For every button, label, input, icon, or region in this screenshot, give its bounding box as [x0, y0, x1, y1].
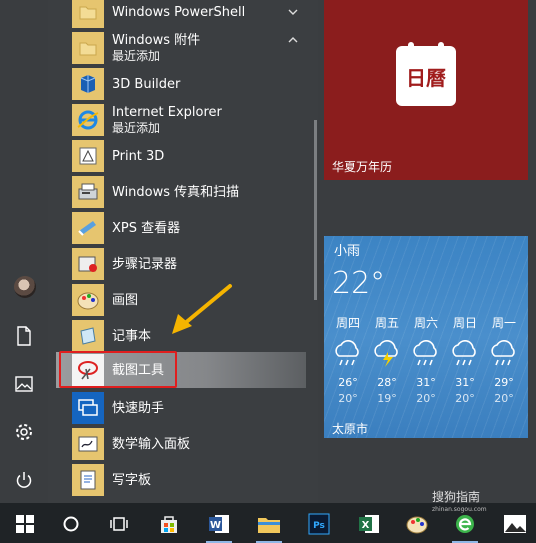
start-windows-icon[interactable]: [12, 511, 38, 537]
list-item-print-3d[interactable]: Print 3D: [48, 138, 310, 174]
thunder-rain-icon: [374, 340, 398, 367]
calendar-icon: 日曆: [396, 42, 456, 106]
weather-city: 太原市: [332, 422, 369, 436]
xps-viewer-icon: [72, 212, 104, 244]
paint-taskbar-icon[interactable]: [404, 511, 430, 537]
excel-icon[interactable]: X: [356, 511, 382, 537]
internet-explorer-icon: [72, 104, 104, 136]
list-item-xps-viewer[interactable]: XPS 查看器: [48, 210, 310, 246]
rain-icon: [335, 340, 359, 366]
forecast-day: 周日: [452, 316, 477, 330]
folder-icon: [72, 0, 104, 28]
forecast-low: 20°: [494, 392, 514, 405]
forecast-day: 周六: [413, 316, 438, 330]
list-item-label: Windows 附件: [112, 33, 201, 48]
svg-text:X: X: [362, 520, 370, 531]
chevron-down-icon[interactable]: [286, 5, 300, 19]
power-icon[interactable]: [10, 466, 38, 494]
cortana-search-icon[interactable]: [58, 511, 84, 537]
svg-text:W: W: [210, 520, 221, 531]
documents-icon[interactable]: [10, 322, 38, 350]
recently-added-badge: 最近添加: [112, 49, 161, 63]
forecast-high: 31°: [455, 376, 475, 389]
rain-icon: [491, 340, 515, 366]
watermark-url: zhinan.sogou.com: [432, 506, 487, 513]
pictures-icon[interactable]: [10, 370, 38, 398]
calendar-glyph: 日曆: [406, 66, 446, 90]
list-item-steps-recorder[interactable]: 步骤记录器: [48, 246, 310, 282]
photoshop-icon[interactable]: Ps: [306, 511, 332, 537]
notepad-icon: [72, 320, 104, 352]
browser-e-icon[interactable]: [452, 511, 478, 543]
list-item-windows-accessories[interactable]: Windows 附件 最近添加: [48, 30, 310, 66]
weather-condition: 小雨: [334, 244, 361, 259]
fax-scan-icon: [72, 176, 104, 208]
list-item-wordpad[interactable]: 写字板: [48, 462, 310, 498]
calendar-app-tile[interactable]: 日曆 华夏万年历: [324, 0, 528, 180]
list-item-math-input-panel[interactable]: 数学输入面板: [48, 426, 310, 462]
list-item-windows-powershell[interactable]: Windows PowerShell: [48, 0, 310, 30]
list-item-label: Print 3D: [112, 148, 165, 164]
task-view-icon[interactable]: [106, 511, 132, 537]
list-item-internet-explorer[interactable]: Internet Explorer 最近添加: [48, 102, 310, 138]
quick-assist-icon: [72, 392, 104, 424]
forecast-high: 31°: [416, 376, 436, 389]
forecast-low: 19°: [377, 392, 397, 405]
forecast-low: 20°: [338, 392, 358, 405]
store-icon[interactable]: [156, 511, 182, 537]
weather-temperature: 22°: [332, 266, 386, 301]
rain-icon: [452, 340, 476, 366]
user-avatar[interactable]: [14, 276, 36, 298]
forecast-high: 26°: [338, 376, 358, 389]
list-item-quick-assist[interactable]: 快速助手: [48, 390, 310, 426]
forecast-day: 周四: [335, 316, 360, 330]
app-list-scrollbar[interactable]: [314, 120, 317, 300]
start-left-rail: [0, 0, 48, 503]
list-item-label: 记事本: [112, 328, 152, 344]
rain-icon: [413, 340, 437, 366]
list-item-label: Windows PowerShell: [112, 4, 246, 20]
annotation-red-box: [59, 351, 177, 388]
list-item-label: 写字板: [112, 472, 152, 488]
watermark-text: 搜狗指南: [432, 490, 481, 504]
forecast-low: 20°: [455, 392, 475, 405]
math-input-icon: [72, 428, 104, 460]
recently-added-badge: 最近添加: [112, 121, 161, 135]
steps-recorder-icon: [72, 248, 104, 280]
print-3d-icon: [72, 140, 104, 172]
weather-app-tile[interactable]: 小雨 22° 周四 周五 周六 周日 周一 26° 28° 31° 31° 29…: [324, 236, 528, 438]
settings-gear-icon[interactable]: [10, 418, 38, 446]
list-item-label: 步骤记录器: [112, 256, 178, 272]
svg-text:Ps: Ps: [313, 521, 325, 531]
list-item-label: Windows 传真和扫描: [112, 184, 240, 200]
tile-label: 华夏万年历: [332, 160, 393, 174]
list-item-label: 快速助手: [112, 400, 165, 416]
forecast-high: 28°: [377, 376, 397, 389]
photos-icon[interactable]: [502, 511, 528, 537]
list-item-label: 3D Builder: [112, 76, 181, 92]
annotation-arrow-icon: [172, 284, 232, 334]
word-icon[interactable]: W: [206, 511, 232, 543]
folder-icon: [72, 32, 104, 64]
list-item-3d-builder[interactable]: 3D Builder: [48, 66, 310, 102]
3d-builder-icon: [72, 68, 104, 100]
list-item-label: Internet Explorer: [112, 105, 222, 120]
forecast-high: 29°: [494, 376, 514, 389]
list-item-windows-fax-scan[interactable]: Windows 传真和扫描: [48, 174, 310, 210]
chevron-up-icon[interactable]: [286, 33, 300, 47]
paint-icon: [72, 284, 104, 316]
forecast-day: 周五: [374, 316, 399, 330]
list-item-label: 画图: [112, 292, 139, 308]
file-explorer-icon[interactable]: [256, 511, 282, 543]
wordpad-icon: [72, 464, 104, 496]
forecast-day: 周一: [491, 316, 516, 330]
list-item-label: XPS 查看器: [112, 220, 181, 236]
forecast-low: 20°: [416, 392, 436, 405]
list-item-label: 数学输入面板: [112, 436, 191, 452]
